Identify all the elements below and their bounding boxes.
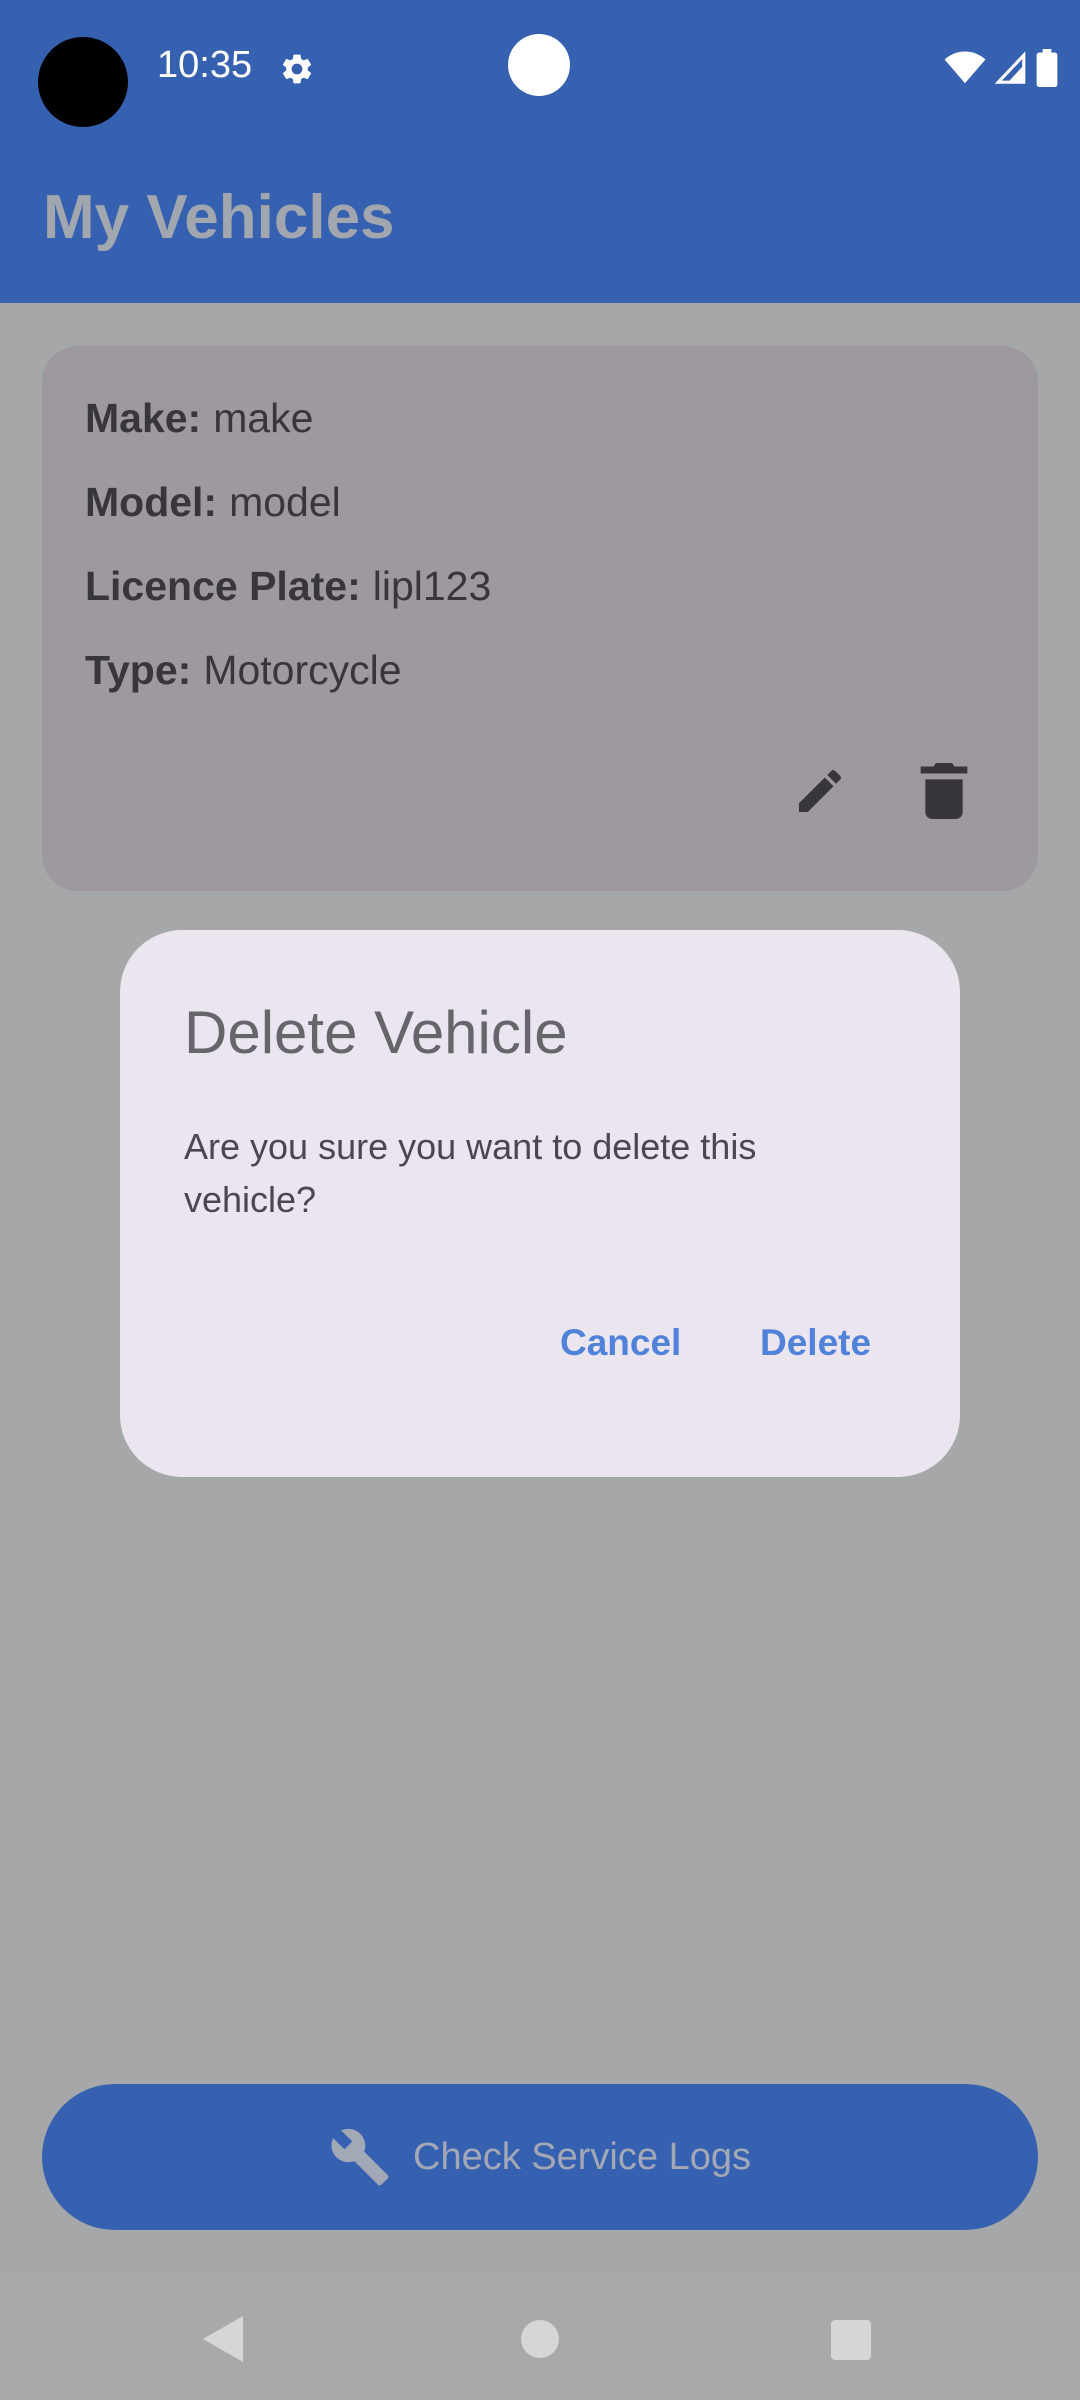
trash-icon xyxy=(920,763,968,819)
vehicle-card: Make: make Model: model Licence Plate: lipl… xyxy=(42,346,1038,891)
app-bar: 10:35 My Vehicles xyxy=(0,0,1080,303)
back-triangle-icon[interactable] xyxy=(203,2314,249,2364)
model-label: Model: xyxy=(85,479,218,525)
pencil-icon xyxy=(799,769,842,812)
model-row: Model: model xyxy=(85,479,341,526)
home-circle-icon[interactable] xyxy=(521,2320,559,2358)
cell-signal-icon xyxy=(994,51,1026,84)
front-sensor-dot xyxy=(508,34,570,96)
make-value: make xyxy=(213,395,314,441)
licence-plate-label: Licence Plate: xyxy=(85,563,361,609)
cancel-button[interactable]: Cancel xyxy=(560,1322,681,1364)
wrench-icon xyxy=(331,2128,389,2186)
dialog-title: Delete Vehicle xyxy=(184,999,568,1066)
check-service-logs-label: Check Service Logs xyxy=(413,2135,751,2178)
delete-vehicle-button[interactable] xyxy=(904,751,984,831)
status-time: 10:35 xyxy=(157,44,253,86)
confirm-delete-button[interactable]: Delete xyxy=(760,1322,871,1364)
settings-gear-icon xyxy=(282,54,312,84)
licence-plate-value: lipl123 xyxy=(372,563,492,609)
edit-vehicle-button[interactable] xyxy=(780,751,860,831)
check-service-logs-button[interactable]: Check Service Logs xyxy=(42,2084,1038,2230)
camera-cutout xyxy=(38,37,128,127)
dialog-message: Are you sure you want to delete this veh… xyxy=(184,1126,757,1220)
battery-icon xyxy=(1036,49,1058,87)
make-row: Make: make xyxy=(85,395,313,442)
licence-plate-row: Licence Plate: lipl123 xyxy=(85,563,491,610)
wifi-icon xyxy=(944,51,986,84)
page-title: My Vehicles xyxy=(43,183,395,252)
type-value: Motorcycle xyxy=(203,647,402,693)
type-row: Type: Motorcycle xyxy=(85,647,402,694)
make-label: Make: xyxy=(85,395,202,441)
type-label: Type: xyxy=(85,647,192,693)
model-value: model xyxy=(229,479,341,525)
recents-square-icon[interactable] xyxy=(831,2320,871,2360)
delete-dialog: Delete Vehicle Are you sure you want to … xyxy=(120,930,960,1477)
system-nav-bar xyxy=(0,2272,1080,2400)
status-icons xyxy=(944,48,1058,88)
